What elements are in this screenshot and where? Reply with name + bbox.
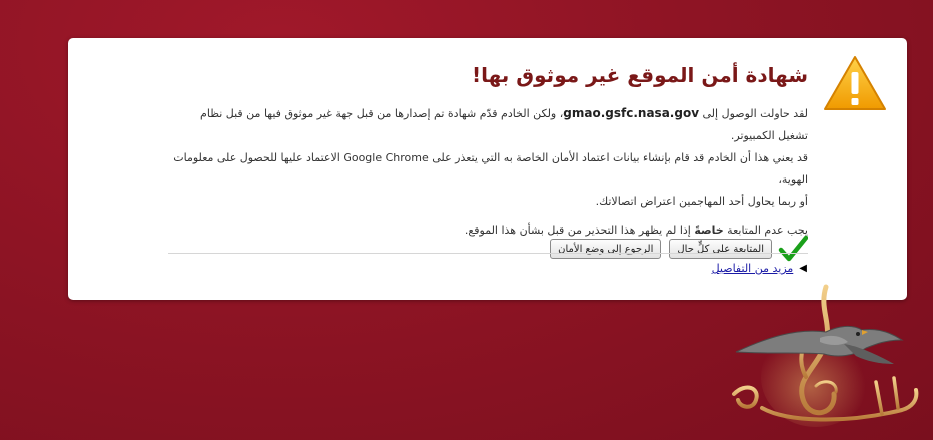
check-mark-icon [778, 235, 808, 262]
more-details-link[interactable]: مزيد من التفاصيل [712, 262, 794, 275]
triangle-left-icon: ◀ [799, 263, 807, 274]
hostname: gmao.gsfc.nasa.gov [563, 106, 700, 120]
line1-before: لقد حاولت الوصول إلى [699, 107, 809, 120]
falcon-logo [732, 284, 919, 427]
proceed-button[interactable]: المتابعة على كلٍّ حال [669, 239, 772, 259]
message-content: شهادة أمن الموقع غير موثوق بها! لقد حاول… [168, 56, 808, 262]
explanation-line-1: لقد حاولت الوصول إلى gmao.gsfc.nasa.gov،… [168, 102, 808, 147]
back-to-safety-button[interactable]: الرجوع إلى وضع الأمان [550, 239, 662, 259]
explanation-line-3: أو ربما يحاول أحد المهاجمين اعتراض اتصال… [595, 195, 808, 208]
explanation-line-2: قد يعني هذا أن الخادم قد قام بإنشاء بيان… [173, 151, 808, 186]
details-toggle[interactable]: ◀ مزيد من التفاصيل [712, 262, 807, 275]
interstitial-panel: شهادة أمن الموقع غير موثوق بها! لقد حاول… [68, 38, 907, 300]
action-buttons: المتابعة على كلٍّ حال الرجوع إلى وضع الأ… [542, 234, 808, 264]
warning-triangle-icon [824, 56, 886, 110]
divider [168, 253, 808, 254]
page-title: شهادة أمن الموقع غير موثوق بها! [471, 63, 808, 87]
